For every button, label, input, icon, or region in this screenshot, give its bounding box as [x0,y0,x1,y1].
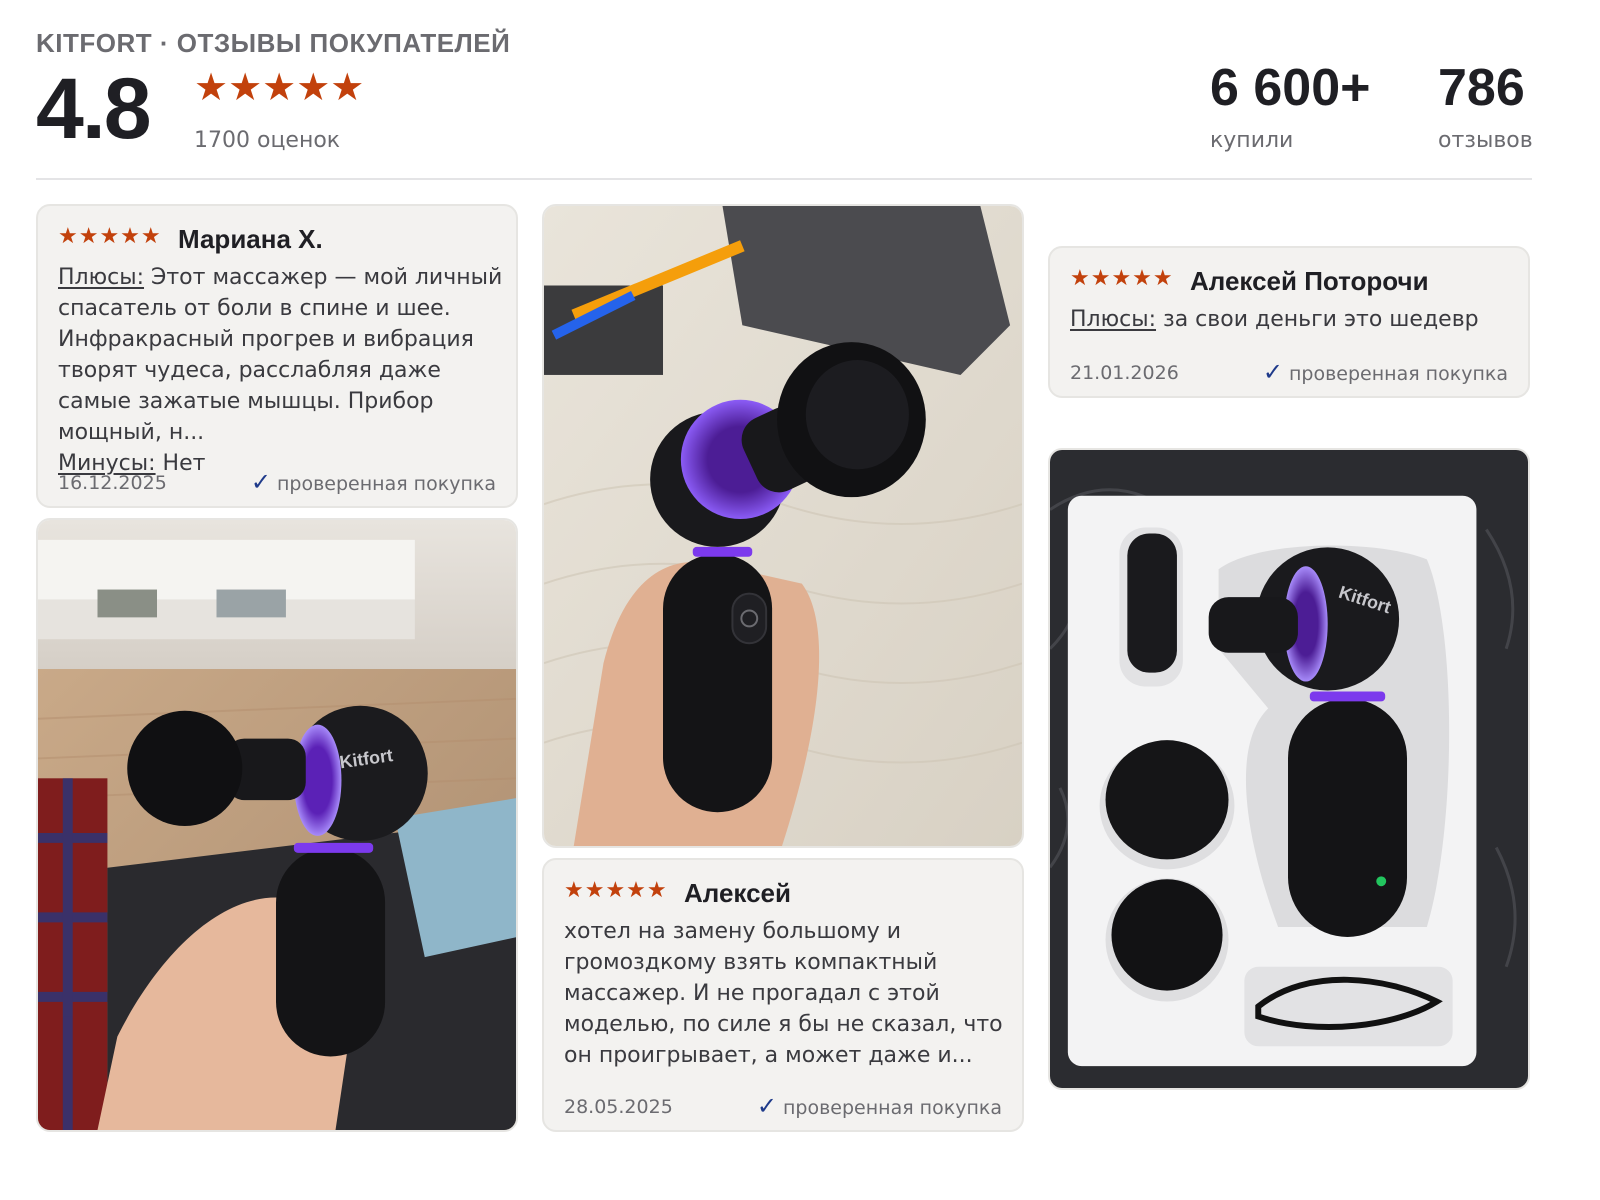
massager-photo-image [544,206,1022,846]
review-photo[interactable]: Kitfort [1048,448,1530,1090]
pros-text: Этот массажер — мой личный спасатель от … [58,265,503,445]
review-stars-icon: ★★★★★ [564,878,668,903]
review-card[interactable]: ★★★★★ Алексей Поторочи Плюсы: за свои де… [1048,246,1530,398]
verified-purchase: ✓ проверенная покупка [1263,358,1508,386]
review-date: 21.01.2026 [1070,362,1179,384]
stat-reviews[interactable]: 786 отзывов [1438,62,1533,153]
verified-purchase: ✓ проверенная покупка [757,1092,1002,1120]
review-photo[interactable] [542,204,1024,848]
review-author: Алексей Поторочи [1190,266,1429,296]
rating-stars-icon: ★★★★★ [194,65,365,109]
review-card[interactable]: ★★★★★ Алексей хотел на замену большому и… [542,858,1024,1132]
stat-bought: 6 600+ купили [1210,62,1371,153]
verified-label: проверенная покупка [276,473,496,495]
review-stars-icon: ★★★★★ [58,224,162,249]
reviews-value: 786 [1438,59,1525,117]
ratings-count[interactable]: 1700 оценок [194,128,340,153]
bought-value: 6 600+ [1210,59,1371,117]
massager-photo-image: Kitfort [38,520,516,1130]
review-stars-icon: ★★★★★ [1070,266,1174,291]
check-icon: ✓ [250,468,271,496]
pros-text: за свои деньги это шедевр [1156,307,1479,332]
verified-label: проверенная покупка [782,1097,1002,1119]
review-date: 16.12.2025 [58,472,167,494]
reviews-label: отзывов [1438,128,1533,153]
header-divider [36,178,1532,180]
review-text: хотел на замену большому и громоздкому в… [564,919,1003,1068]
review-text: Плюсы: за свои деньги это шедевр [1070,304,1516,335]
review-text: Плюсы: Этот массажер — мой личный спасат… [58,262,504,479]
check-icon: ✓ [756,1092,777,1120]
pros-label: Плюсы: [1070,307,1157,332]
pros-label: Плюсы: [58,265,145,290]
review-author: Алексей [684,878,791,908]
review-card[interactable]: ★★★★★ Мариана Х. Плюсы: Этот массажер — … [36,204,518,508]
review-date: 28.05.2025 [564,1096,673,1118]
check-icon: ✓ [1262,358,1283,386]
review-photo[interactable]: Kitfort [36,518,518,1132]
review-author: Мариана Х. [178,224,323,254]
reviews-header: KITFORT · ОТЗЫВЫ ПОКУПАТЕЛЕЙ 4.8 ★★★★★ 1… [36,24,1533,182]
brand-title: KITFORT · ОТЗЫВЫ ПОКУПАТЕЛЕЙ [36,28,511,58]
verified-purchase: ✓ проверенная покупка [251,468,496,496]
bought-label: купили [1210,128,1294,153]
verified-label: проверенная покупка [1288,363,1508,385]
average-rating: 4.8 [36,61,152,157]
massager-photo-image: Kitfort [1050,450,1528,1088]
